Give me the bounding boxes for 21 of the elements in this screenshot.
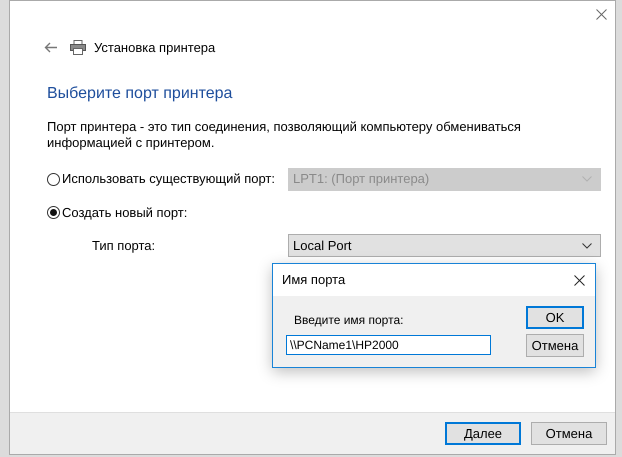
dialog-title: Имя порта bbox=[282, 271, 346, 290]
dialog-button[interactable]: Отмена bbox=[531, 422, 607, 445]
radio-label: Создать новый порт: bbox=[62, 204, 188, 222]
port-option-radio[interactable]: Создать новый порт: bbox=[47, 202, 188, 222]
wizard-title: Установка принтера bbox=[94, 39, 216, 57]
dropdown[interactable]: Local Port bbox=[288, 234, 601, 257]
prompt-label: Введите имя порта: bbox=[294, 312, 404, 329]
port-type-label: Тип порта: bbox=[92, 236, 156, 255]
close-icon[interactable] bbox=[574, 274, 585, 286]
chevron-down-icon bbox=[582, 242, 592, 248]
printer-icon bbox=[70, 40, 86, 56]
description-text: Порт принтера - это тип соединения, позволяющий компьютеру обмениваться информацией с принтером. bbox=[47, 118, 522, 150]
radio-icon[interactable] bbox=[47, 206, 60, 219]
radio-icon[interactable] bbox=[47, 172, 60, 186]
dialog-button[interactable]: Далее bbox=[445, 422, 521, 445]
back-arrow-icon[interactable] bbox=[44, 42, 58, 54]
port-name-field[interactable]: \\PCName1\HP2000 bbox=[286, 335, 491, 355]
wizard-heading: Выберите порт принтера bbox=[47, 84, 232, 104]
chevron-down-icon bbox=[582, 176, 592, 182]
dialog-button[interactable]: OK bbox=[526, 306, 584, 329]
dialog-button[interactable]: Отмена bbox=[526, 334, 584, 357]
